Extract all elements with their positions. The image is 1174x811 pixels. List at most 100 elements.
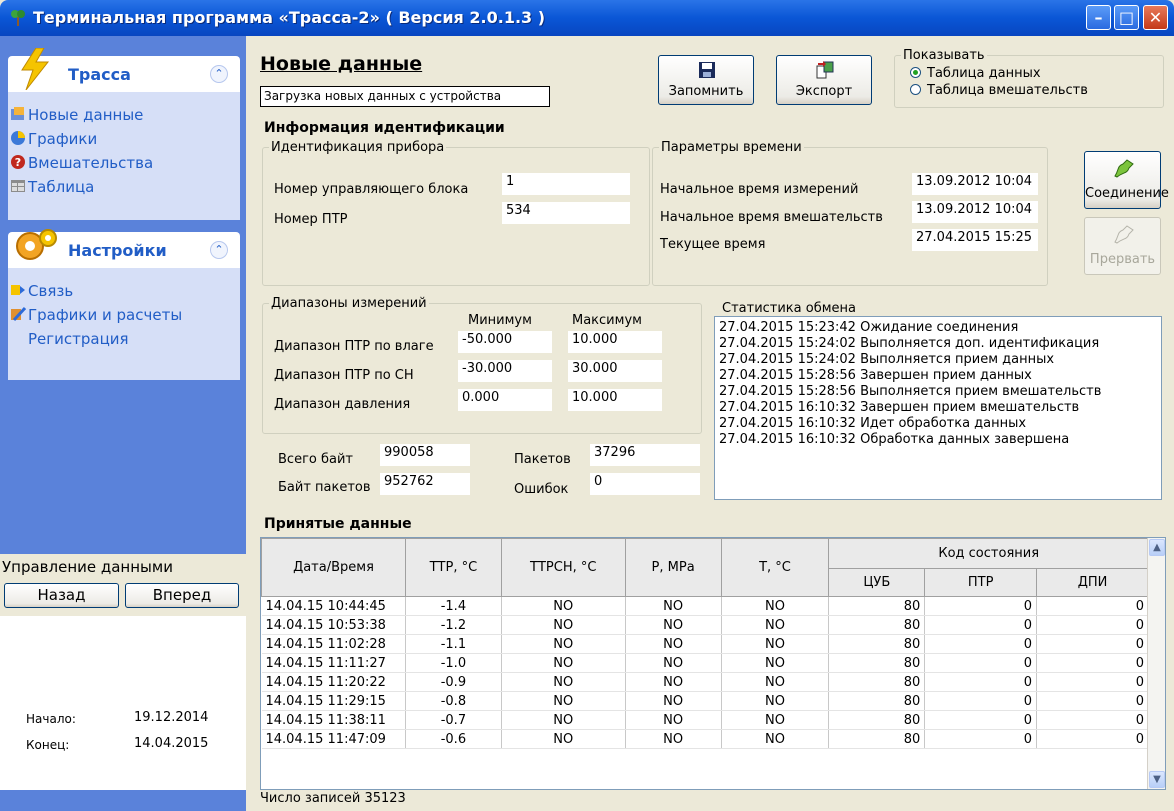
col-header-dpi[interactable]: ДПИ [1036,568,1149,597]
table-cell: 0 [924,615,1038,635]
table-cell: 14.04.15 11:29:15 [261,691,406,711]
table-cell: 14.04.15 11:47:09 [261,729,406,749]
trassa-section-body: Новые данные Графики ? Вмешательства Табл… [8,92,240,220]
col-header-ptr[interactable]: ПТР [924,568,1038,597]
scroll-down-icon[interactable]: ▼ [1149,771,1165,788]
table-cell: NO [501,691,626,711]
table-icon [11,180,25,192]
table-cell: NO [721,672,830,692]
title-bar: Терминальная программа «Трасса-2» ( Верс… [0,0,1174,36]
stats-line: 27.04.2015 15:24:02 Выполняется доп. иде… [719,336,1100,351]
col-header-temperature[interactable]: Т, °С [720,538,830,597]
table-cell: 0 [1036,634,1149,654]
table-cell: -1.0 [405,653,502,673]
start-label: Начало: [26,712,76,726]
abort-button[interactable]: Прервать [1084,217,1161,275]
table-cell: NO [721,691,830,711]
table-cell: 0 [924,634,1038,654]
table-cell: NO [501,596,626,616]
settings-section-header[interactable]: Настройки ⌃ [8,229,240,268]
trassa-section-header[interactable]: Трасса ⌃ [8,48,240,92]
table-cell: NO [721,710,830,730]
table-row[interactable]: 14.04.15 11:38:11 -0.7 NO NO NO 80 0 0 [261,710,1149,730]
table-row[interactable]: 14.04.15 10:53:38 -1.2 NO NO NO 80 0 0 [261,615,1149,635]
connect-button-label: Соединение [1085,186,1169,201]
radio-interventions-table[interactable]: Таблица вмешательств [910,83,1088,98]
packets-label: Пакетов [514,452,571,467]
stats-line: 27.04.2015 15:28:56 Завершен прием данны… [719,368,1032,383]
app-icon [11,10,25,26]
col-header-datetime[interactable]: Дата/Время [261,538,406,597]
table-cell: 0 [924,729,1038,749]
table-cell: 0 [924,672,1038,692]
close-button[interactable]: ✕ [1143,5,1168,30]
packets-field: 37296 [590,444,700,466]
table-row[interactable]: 14.04.15 10:44:45 -1.4 NO NO NO 80 0 0 [261,596,1149,616]
table-row[interactable]: 14.04.15 11:11:27 -1.0 NO NO NO 80 0 0 [261,653,1149,673]
col-header-ttrch[interactable]: ТТРСН, °С [500,538,626,597]
data-control-panel: Управление данными Назад Вперед Начало: … [0,554,246,790]
collapse-trassa-icon[interactable]: ⌃ [210,65,228,83]
table-cell: 14.04.15 11:38:11 [261,710,406,730]
table-cell: 0 [1036,691,1149,711]
id-info-title: Информация идентификации [264,120,505,136]
scroll-up-icon[interactable]: ▲ [1149,539,1165,556]
table-cell: NO [625,634,722,654]
table-row[interactable]: 14.04.15 11:29:15 -0.8 NO NO NO 80 0 0 [261,691,1149,711]
back-button[interactable]: Назад [4,583,119,608]
chart-icon [11,131,25,145]
min-header: Минимум [468,313,532,328]
table-cell: -0.6 [405,729,502,749]
table-cell: NO [501,672,626,692]
table-cell: 0 [1036,615,1149,635]
end-label: Конец: [26,738,70,752]
show-options-legend: Показывать [903,48,985,63]
received-data-table[interactable]: Дата/Время ТТР, °С ТТРСН, °С Р, МРа Т, °… [260,537,1166,790]
radio-unselected-icon [910,84,921,95]
collapse-settings-icon[interactable]: ⌃ [210,241,228,259]
calc-icon [11,306,26,322]
radio-data-table[interactable]: Таблица данных [910,66,1041,81]
sidebar-item-charts[interactable]: Графики [10,130,97,150]
radio-selected-icon [910,67,921,78]
stats-log: 27.04.2015 15:23:42 Ожидание соединения … [714,316,1162,500]
sidebar-item-interventions[interactable]: ? Вмешательства [10,154,153,174]
table-cell: 0 [924,596,1038,616]
table-cell: NO [721,596,830,616]
record-count: Число записей 35123 [260,791,406,806]
col-header-pressure[interactable]: Р, МРа [624,538,722,597]
export-button[interactable]: Экспорт [776,55,872,105]
stats-line: 27.04.2015 15:24:02 Выполняется прием да… [719,352,1055,367]
radio-data-table-label: Таблица данных [927,66,1041,81]
table-cell: NO [625,596,722,616]
sidebar-item-table[interactable]: Таблица [10,178,94,198]
table-cell: -0.7 [405,710,502,730]
sidebar-item-registration[interactable]: Регистрация [28,330,129,350]
table-scrollbar[interactable]: ▲ ▼ [1147,538,1165,789]
minimize-icon: – [1094,8,1103,27]
maximize-button[interactable]: □ [1114,5,1139,30]
table-cell: NO [501,729,626,749]
sidebar-item-charts-calc[interactable]: Графики и расчеты [10,306,182,326]
stats-line: 27.04.2015 16:10:32 Обработка данных зав… [719,432,1070,447]
range-moisture-label: Диапазон ПТР по влаге [274,339,434,354]
main-panel: Новые данные Загрузка новых данных с уст… [252,40,1174,811]
connect-button[interactable]: Соединение [1084,151,1169,209]
col-header-ttr[interactable]: ТТР, °С [404,538,502,597]
sidebar-item-new-data[interactable]: Новые данные [10,106,143,126]
forward-button[interactable]: Вперед [125,583,239,608]
range-pressure-label: Диапазон давления [274,397,411,412]
settings-section-title: Настройки [68,241,167,260]
minimize-button[interactable]: – [1086,5,1111,30]
sidebar-item-connection[interactable]: Связь [10,282,73,302]
table-cell: 80 [828,596,926,616]
table-row[interactable]: 14.04.15 11:47:09 -0.6 NO NO NO 80 0 0 [261,729,1149,749]
ranges-legend: Диапазоны измерений [271,296,427,311]
ptr-number-field: 534 [502,202,630,224]
table-row[interactable]: 14.04.15 11:20:22 -0.9 NO NO NO 80 0 0 [261,672,1149,692]
table-row[interactable]: 14.04.15 11:02:28 -1.1 NO NO NO 80 0 0 [261,634,1149,654]
total-bytes-label: Всего байт [278,452,353,467]
col-header-cub[interactable]: ЦУБ [828,568,926,597]
save-button[interactable]: Запомнить [658,55,754,105]
meas-start-label: Начальное время измерений [660,182,859,197]
